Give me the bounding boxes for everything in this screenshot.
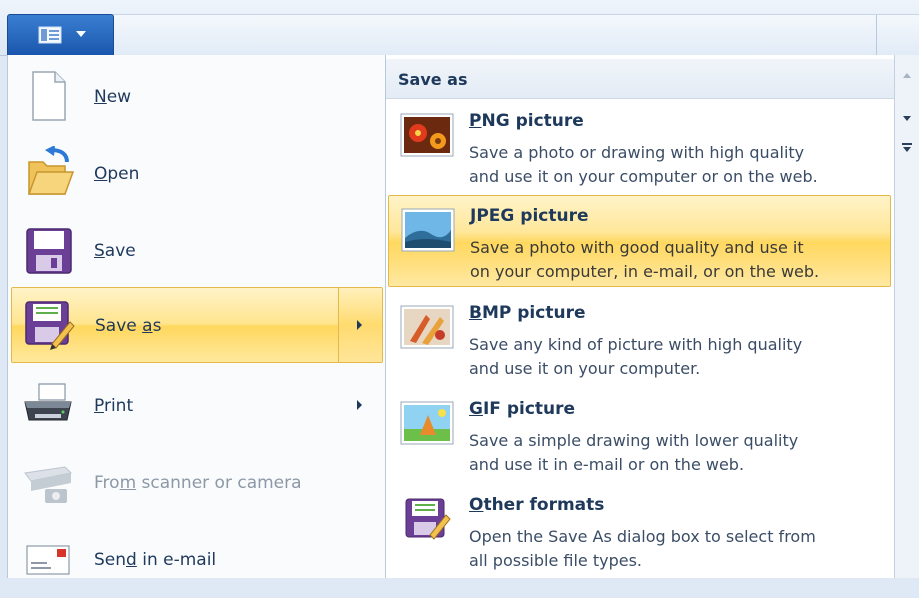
new-document-icon <box>32 71 66 121</box>
scanner-icon <box>24 466 73 503</box>
menu-item-save[interactable]: Save <box>11 213 383 289</box>
open-folder-icon <box>27 146 75 195</box>
save-as-jpeg-option[interactable]: JPEG picture Save a photo with good qual… <box>388 195 891 287</box>
menu-item-save-as[interactable]: Save as <box>11 287 383 363</box>
option-title: PNG picture <box>469 111 584 131</box>
option-description: Save a photo or drawing with high qualit… <box>469 143 818 186</box>
print-submenu-arrow[interactable] <box>339 368 383 444</box>
application-menu: New Open Save Save as Print From scanner… <box>7 55 386 578</box>
scroll-up-icon[interactable] <box>899 67 915 85</box>
menu-item-label: Send in e-mail <box>94 550 217 570</box>
option-description: Save any kind of picture with high quali… <box>469 335 803 378</box>
gallery-scroller <box>894 55 919 578</box>
save-floppy-icon <box>26 228 72 274</box>
option-description: Save a simple drawing with lower quality… <box>469 431 799 474</box>
save-as-png-option[interactable]: PNG picture Save a photo or drawing with… <box>388 101 891 193</box>
gallery-expand-icon[interactable] <box>899 139 915 157</box>
menu-item-from-scanner-or-camera[interactable]: From scanner or camera <box>11 445 383 521</box>
save-as-other-formats-option[interactable]: Other formats Open the Save As dialog bo… <box>388 485 891 577</box>
save-as-submenu-arrow[interactable] <box>338 288 382 362</box>
option-title: Other formats <box>469 495 605 515</box>
menu-item-send-in-email[interactable]: Send in e-mail <box>11 522 383 598</box>
chevron-right-icon <box>357 320 362 330</box>
submenu-header: Save as <box>386 59 895 99</box>
menu-item-label: Print <box>94 396 134 416</box>
jpeg-picture-icon <box>401 208 455 252</box>
save-as-bmp-option[interactable]: BMP picture Save any kind of picture wit… <box>388 293 891 385</box>
bmp-picture-icon <box>400 305 454 349</box>
save-as-icon <box>25 301 75 350</box>
scroll-down-icon[interactable] <box>899 109 915 127</box>
save-as-gif-option[interactable]: GIF picture Save a simple drawing with l… <box>388 389 891 481</box>
application-menu-button[interactable] <box>7 14 114 55</box>
chevron-down-icon <box>76 31 86 37</box>
ribbon-tab-strip <box>112 14 876 55</box>
menu-item-label: New <box>94 87 132 107</box>
app-menu-icon <box>38 26 62 44</box>
chevron-right-icon <box>357 400 362 410</box>
png-picture-icon <box>400 113 454 157</box>
option-title: JPEG picture <box>470 206 589 226</box>
ribbon-right-strip <box>876 14 919 55</box>
ribbon-top <box>0 0 919 56</box>
save-as-submenu: Save as PNG picture Save a photo or draw… <box>385 55 896 578</box>
option-description: Open the Save As dialog box to select fr… <box>469 527 816 570</box>
menu-item-label: Save <box>94 241 136 261</box>
option-title: BMP picture <box>469 303 586 323</box>
option-title: GIF picture <box>469 399 576 419</box>
menu-item-label: Save as <box>95 316 162 336</box>
gif-picture-icon <box>400 401 454 445</box>
menu-item-new[interactable]: New <box>11 59 383 135</box>
menu-item-open[interactable]: Open <box>11 136 383 212</box>
menu-item-label: Open <box>94 164 140 184</box>
menu-item-label: From scanner or camera <box>94 473 302 493</box>
printer-icon <box>24 383 72 421</box>
menu-item-print[interactable]: Print <box>11 368 383 444</box>
submenu-title: Save as <box>398 70 468 89</box>
other-formats-icon <box>405 498 451 540</box>
option-description: Save a photo with good quality and use i… <box>470 238 820 281</box>
